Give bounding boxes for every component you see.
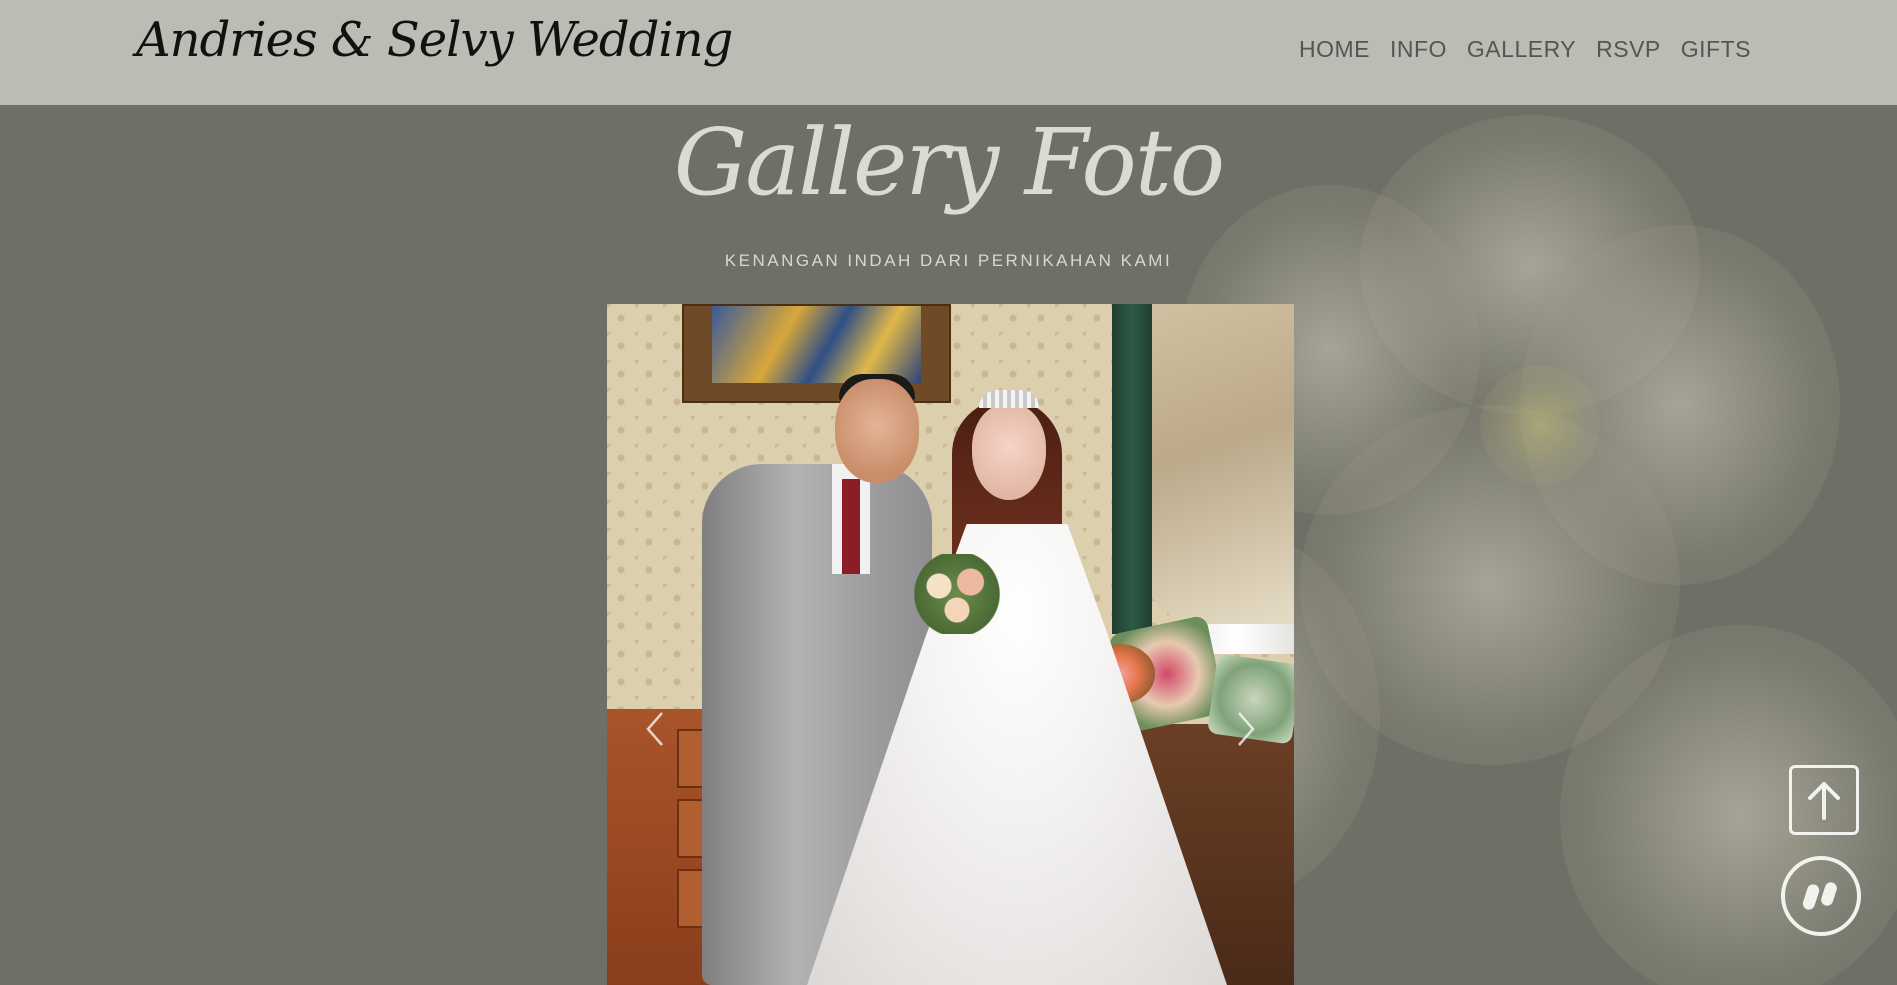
music-toggle-button[interactable]	[1781, 856, 1861, 936]
nav-info[interactable]: INFO	[1390, 36, 1447, 63]
brand-logo[interactable]: Andries & Selvy Wedding	[136, 12, 733, 68]
chevron-right-icon[interactable]	[1226, 699, 1266, 759]
gallery-title: Gallery Foto	[673, 109, 1225, 216]
pause-icon	[1802, 882, 1837, 910]
gallery-subtitle: KENANGAN INDAH DARI PERNIKAHAN KAMI	[724, 251, 1173, 270]
nav-gallery[interactable]: GALLERY	[1467, 36, 1576, 63]
site-header: Andries & Selvy Wedding HOME INFO GALLER…	[0, 0, 1897, 105]
arrow-up-icon	[1808, 782, 1840, 820]
chevron-left-icon[interactable]	[635, 699, 675, 759]
nav-rsvp[interactable]: RSVP	[1596, 36, 1661, 63]
nav-home[interactable]: HOME	[1299, 36, 1370, 63]
photo-carousel[interactable]	[607, 304, 1294, 985]
main-nav: HOME INFO GALLERY RSVP GIFTS	[1299, 36, 1751, 63]
wedding-photo	[607, 304, 1294, 985]
nav-gifts[interactable]: GIFTS	[1681, 36, 1751, 63]
back-to-top-button[interactable]	[1789, 765, 1859, 835]
